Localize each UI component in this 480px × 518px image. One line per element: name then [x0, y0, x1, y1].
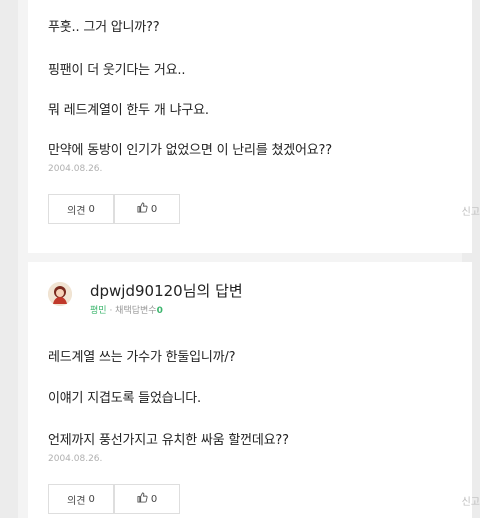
user-avatar[interactable] [48, 282, 72, 306]
like-count: 0 [150, 493, 158, 505]
answer-text-line: 푸훗.. 그거 압니까?? [48, 20, 160, 35]
answer-text-line: 뭐 레드계열이 한두 개 냐구요. [48, 103, 209, 118]
opinion-count: 0 [88, 203, 95, 215]
like-button[interactable]: 0 [114, 194, 180, 224]
opinion-label: 의견 [67, 205, 86, 217]
answer-date: 2004.08.26. [48, 164, 103, 174]
report-link[interactable]: 신고 [462, 203, 480, 218]
answer-text-line: 레드계열 쓰는 가수가 한둘입니까/? [48, 350, 236, 365]
answer-text-line: 만약에 동방이 인기가 없었으면 이 난리를 쳤겠어요?? [48, 143, 332, 158]
opinion-button[interactable]: 의견 0 [48, 194, 114, 224]
answerer-suffix: 님의 답변 [182, 282, 243, 300]
answer-card: dpwjd90120님의 답변 평민 · 채택답변수0 레드계열 쓰는 가수가 … [28, 262, 480, 518]
answer-date: 2004.08.26. [48, 454, 103, 464]
like-count: 0 [150, 203, 158, 215]
answer-text-line: 이얘기 지겹도록 들었습니다. [48, 391, 201, 406]
opinion-button[interactable]: 의견 0 [48, 484, 114, 514]
thumbs-up-icon [137, 202, 148, 216]
opinion-count: 0 [88, 493, 95, 505]
adopted-count: 0 [156, 306, 163, 316]
answer-text-line: 언제까지 풍선가지고 유치한 싸움 할껀데요?? [48, 433, 289, 448]
user-grade: 평민 [90, 306, 107, 316]
opinion-label: 의견 [67, 495, 86, 507]
answerer-title: dpwjd90120님의 답변 [90, 280, 243, 301]
answer-card: 푸훗.. 그거 압니까?? 핑팬이 더 웃기다는 거요.. 뭐 레드계열이 한두… [28, 0, 480, 253]
report-link[interactable]: 신고 [462, 493, 480, 508]
page-left-gutter [0, 0, 18, 518]
answer-text-line: 핑팬이 더 웃기다는 거요.. [48, 63, 186, 78]
thumbs-up-icon [137, 492, 148, 506]
answerer-meta: 평민 · 채택답변수0 [90, 306, 163, 316]
adopted-label: 채택답변수 [115, 306, 157, 316]
like-button[interactable]: 0 [114, 484, 180, 514]
answerer-username[interactable]: dpwjd90120 [90, 282, 183, 300]
